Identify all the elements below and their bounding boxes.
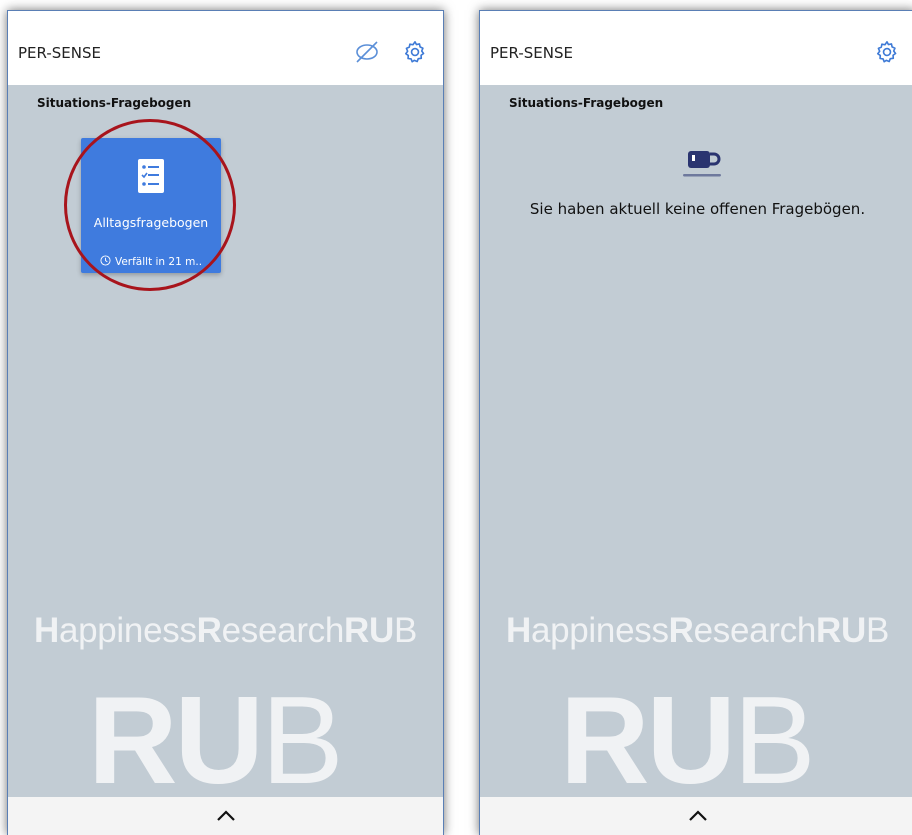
app-header: PER-SENSE — [8, 11, 443, 85]
gear-icon[interactable] — [874, 39, 900, 65]
phone-screen-right: PER-SENSE Situations-Fragebogen Sie habe… — [479, 10, 912, 835]
coffee-cup-icon — [683, 151, 721, 177]
clock-icon — [100, 255, 111, 266]
rub-logo: RUB — [560, 672, 816, 810]
watermark-happiness-research-rub: HappinessResearchRUB — [505, 611, 890, 650]
app-title: PER-SENSE — [18, 44, 101, 62]
chevron-up-icon — [689, 810, 707, 821]
app-title: PER-SENSE — [490, 44, 573, 62]
bottom-drawer-handle[interactable] — [480, 797, 912, 835]
section-title: Situations-Fragebogen — [37, 96, 192, 110]
questionnaire-title: Alltagsfragebogen — [93, 215, 209, 230]
watermark-happiness-research-rub: HappinessResearchRUB — [33, 611, 418, 650]
empty-state-message: Sie haben aktuell keine offenen Fragebög… — [529, 200, 866, 218]
checklist-icon — [138, 159, 164, 193]
eye-off-icon[interactable] — [354, 39, 380, 65]
bottom-drawer-handle[interactable] — [8, 797, 443, 835]
expiry-label: Verfällt in 21 m.. — [81, 255, 221, 268]
expiry-text: Verfällt in 21 m.. — [114, 256, 203, 268]
app-header: PER-SENSE — [480, 11, 912, 85]
section-title: Situations-Fragebogen — [509, 96, 664, 110]
gear-icon[interactable] — [402, 39, 428, 65]
questionnaire-card[interactable]: Alltagsfragebogen Verfällt in 21 m.. — [81, 138, 221, 273]
phone-screen-left: PER-SENSE Situations-Fragebogen Alltagsf… — [7, 10, 444, 835]
rub-logo: RUB — [88, 672, 344, 810]
chevron-up-icon — [217, 810, 235, 821]
